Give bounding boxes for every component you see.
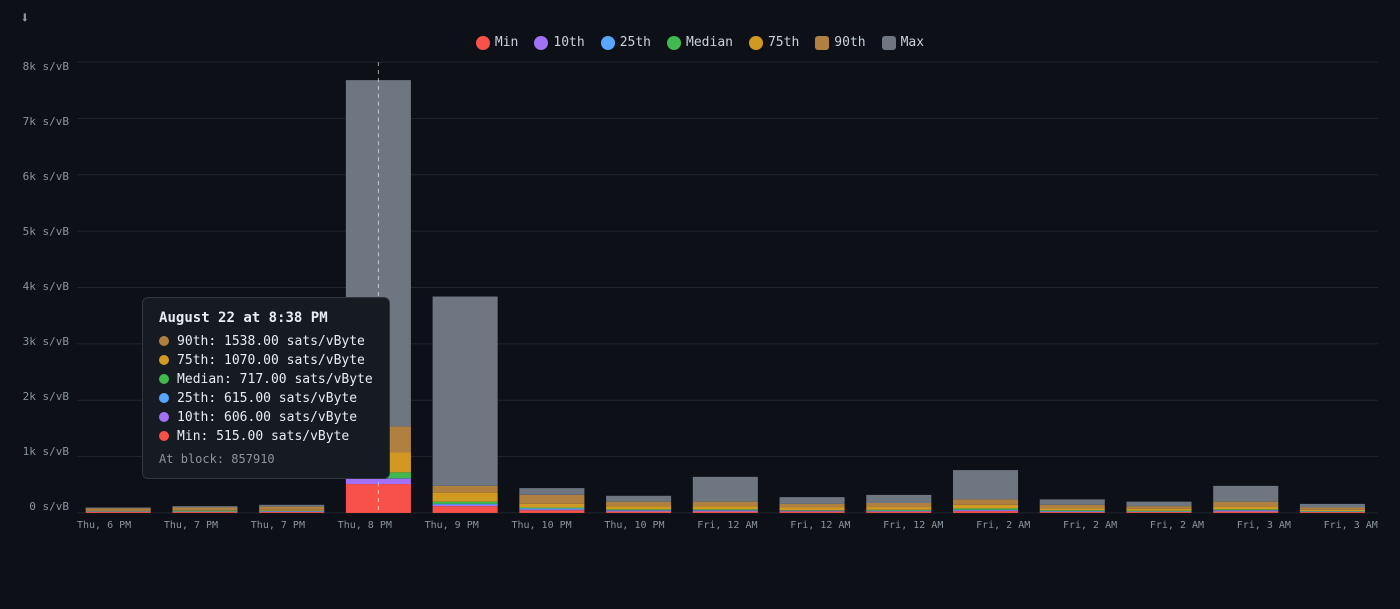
chart-area: 0 s/vB 1k s/vB 2k s/vB 3k s/vB 4k s/vB 5k s/v… [12,60,1388,570]
page: ⬇ Min 10th 25th Median 75th 90th Max 0 s/vB 1k … [0,0,1400,609]
legend-item-max: Max [882,35,924,50]
x-label: Fri, 2 AM [1150,520,1204,531]
x-label: Fri, 3 AM [1324,520,1378,531]
tooltip-row: 90th: 1538.00 sats/vByte [159,334,373,349]
x-label: Fri, 3 AM [1237,520,1291,531]
y-label: 2k s/vB [12,390,77,403]
x-label: Thu, 6 PM [77,520,131,531]
tooltip-row: Median: 717.00 sats/vByte [159,372,373,387]
legend-item-90th: 90th [815,35,865,50]
y-label: 6k s/vB [12,170,77,183]
x-label: Fri, 2 AM [976,520,1030,531]
legend-item-75th: 75th [749,35,799,50]
y-label: 5k s/vB [12,225,77,238]
x-label: Fri, 12 AM [883,520,943,531]
download-icon[interactable]: ⬇ [20,8,30,27]
y-label: 1k s/vB [12,445,77,458]
legend-item-10th: 10th [534,35,584,50]
x-label: Thu, 9 PM [425,520,479,531]
legend: Min 10th 25th Median 75th 90th Max [12,35,1388,50]
y-label: 8k s/vB [12,60,77,73]
legend-item-median: Median [667,35,733,50]
y-label: 4k s/vB [12,280,77,293]
x-label: Fri, 12 AM [790,520,850,531]
x-axis: Thu, 6 PM Thu, 7 PM Thu, 7 PM Thu, 8 PM Thu,… [77,515,1378,570]
tooltip-row: 25th: 615.00 sats/vByte [159,391,373,406]
legend-item-min: Min [476,35,518,50]
tooltip-title: August 22 at 8:38 PM [159,310,373,326]
x-label: Fri, 12 AM [697,520,757,531]
tooltip-row: 10th: 606.00 sats/vByte [159,410,373,425]
x-label: Thu, 8 PM [338,520,392,531]
y-label: 7k s/vB [12,115,77,128]
x-label: Thu, 7 PM [164,520,218,531]
x-label: Thu, 10 PM [511,520,571,531]
header: ⬇ [12,8,1388,27]
tooltip-row: 75th: 1070.00 sats/vByte [159,353,373,368]
chart-inner: August 22 at 8:38 PM 90th: 1538.00 sats/… [77,60,1378,515]
legend-item-25th: 25th [601,35,651,50]
y-axis: 0 s/vB 1k s/vB 2k s/vB 3k s/vB 4k s/vB 5k s/v… [12,60,77,515]
tooltip-block: At block: 857910 [159,452,373,466]
tooltip: August 22 at 8:38 PM 90th: 1538.00 sats/… [142,297,390,479]
x-label: Thu, 10 PM [604,520,664,531]
y-label: 3k s/vB [12,335,77,348]
x-label: Thu, 7 PM [251,520,305,531]
y-label: 0 s/vB [12,500,77,513]
x-label: Fri, 2 AM [1063,520,1117,531]
tooltip-row: Min: 515.00 sats/vByte [159,429,373,444]
